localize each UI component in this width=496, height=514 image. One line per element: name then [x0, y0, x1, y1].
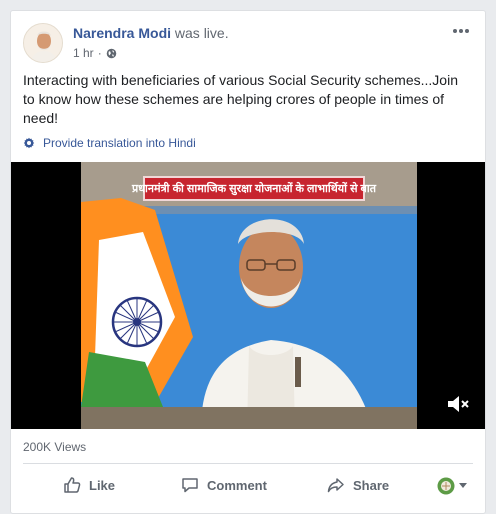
comment-button[interactable]: Comment — [181, 469, 267, 501]
share-button[interactable]: Share — [327, 469, 389, 501]
gear-icon — [23, 137, 35, 149]
post-meta: 1 hr · — [73, 46, 117, 60]
comment-label: Comment — [207, 477, 267, 493]
post-text: Interacting with beneficiaries of variou… — [23, 72, 458, 126]
like-button[interactable]: Like — [63, 469, 115, 501]
live-video-player[interactable]: प्रधानमंत्री की सामाजिक सुरक्षा योजनाओं … — [11, 162, 485, 429]
more-options-button[interactable] — [449, 23, 473, 39]
like-label: Like — [89, 477, 116, 493]
video-frame: प्रधानमंत्री की सामाजिक सुरक्षा योजनाओं … — [81, 162, 417, 429]
translation-label[interactable]: Provide translation into Hindi — [43, 136, 196, 150]
share-label: Share — [353, 477, 390, 493]
avatar-image — [24, 24, 62, 62]
page-voice-selector[interactable] — [437, 477, 467, 495]
avatar[interactable] — [23, 23, 63, 63]
author-line: Narendra Modi was live. — [73, 25, 229, 41]
video-thumbnail — [81, 162, 417, 429]
divider — [23, 463, 473, 464]
share-icon — [327, 478, 344, 493]
author-name[interactable]: Narendra Modi — [73, 25, 171, 41]
mute-button[interactable] — [445, 393, 471, 415]
video-banner: प्रधानमंत्री की सामाजिक सुरक्षा योजनाओं … — [132, 176, 376, 201]
caret-down-icon — [459, 483, 467, 488]
translation-link[interactable]: Provide translation into Hindi — [23, 136, 196, 150]
meta-separator: · — [97, 46, 102, 60]
like-icon — [64, 477, 81, 493]
comment-icon — [182, 478, 198, 493]
post-card: Narendra Modi was live. 1 hr · Interacti… — [10, 10, 486, 514]
action-bar: Like Comment Share — [11, 469, 485, 501]
post-time[interactable]: 1 hr — [73, 46, 94, 60]
page-avatar-icon — [437, 477, 455, 495]
author-status: was live. — [174, 25, 229, 41]
view-count[interactable]: 200K Views — [23, 440, 86, 454]
globe-icon[interactable] — [106, 48, 117, 59]
speaker-muted-icon — [448, 396, 469, 412]
post-header: Narendra Modi was live. 1 hr · — [23, 23, 473, 65]
